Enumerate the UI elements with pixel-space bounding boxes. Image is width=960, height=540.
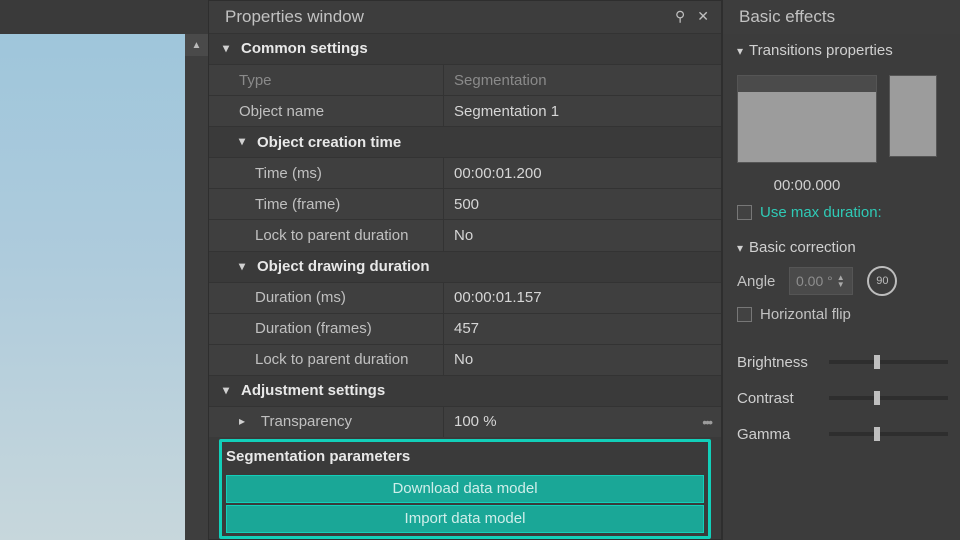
chevron-right-icon bbox=[239, 414, 253, 428]
group-label: Adjustment settings bbox=[241, 382, 385, 399]
properties-title-bar: Properties window ⚲ ✕ bbox=[209, 1, 721, 33]
rotate-90-icon[interactable]: 90 bbox=[867, 266, 897, 296]
prop-label: Lock to parent duration bbox=[209, 227, 443, 244]
horizontal-flip-label: Horizontal flip bbox=[760, 306, 851, 323]
group-label: Basic correction bbox=[749, 239, 856, 256]
row-lock-drawing[interactable]: Lock to parent duration No bbox=[209, 344, 721, 375]
prop-label: Time (ms) bbox=[209, 165, 443, 182]
chevron-down-icon bbox=[239, 259, 253, 273]
chevron-down-icon bbox=[239, 134, 253, 148]
row-time-ms[interactable]: Time (ms) 00:00:01.200 bbox=[209, 157, 721, 188]
group-label: Segmentation parameters bbox=[226, 448, 410, 465]
chevron-down-icon: ▾ bbox=[737, 44, 743, 58]
angle-row: Angle 0.00 ° ▲▼ 90 bbox=[737, 266, 948, 296]
import-data-model-button[interactable]: Import data model bbox=[226, 505, 704, 533]
group-label: Object creation time bbox=[257, 134, 401, 151]
group-adjustment-settings[interactable]: Adjustment settings bbox=[209, 375, 721, 406]
group-segmentation-parameters[interactable]: Segmentation parameters bbox=[222, 442, 708, 472]
prop-value[interactable]: No bbox=[443, 345, 721, 375]
prop-label: Transparency bbox=[209, 413, 443, 430]
scroll-up-button[interactable]: ▲ bbox=[185, 34, 208, 56]
effects-title: Basic effects bbox=[739, 7, 835, 27]
prop-value[interactable]: 00:00:01.200 bbox=[443, 158, 721, 188]
prop-value[interactable]: No bbox=[443, 220, 721, 250]
prop-value[interactable]: 00:00:01.157 bbox=[443, 283, 721, 313]
prop-value[interactable]: 500 bbox=[443, 189, 721, 219]
properties-title: Properties window bbox=[225, 7, 364, 27]
slider-label: Brightness bbox=[737, 354, 819, 371]
group-label: Common settings bbox=[241, 40, 368, 57]
chevron-down-icon: ▾ bbox=[737, 241, 743, 255]
group-common-settings[interactable]: Common settings bbox=[209, 33, 721, 64]
download-data-model-button[interactable]: Download data model bbox=[226, 475, 704, 503]
prop-value[interactable]: Segmentation 1 bbox=[443, 96, 721, 126]
preview-pane: ▲ bbox=[0, 0, 208, 540]
chevron-down-icon bbox=[223, 41, 237, 55]
use-max-duration-checkbox[interactable] bbox=[737, 205, 752, 220]
brightness-slider[interactable] bbox=[829, 360, 948, 364]
close-icon[interactable]: ✕ bbox=[697, 8, 709, 25]
prop-label: Duration (frames) bbox=[209, 320, 443, 337]
slider-label: Gamma bbox=[737, 426, 819, 443]
prop-label: Time (frame) bbox=[209, 196, 443, 213]
group-transitions-properties[interactable]: ▾ Transitions properties bbox=[737, 42, 948, 59]
prop-value[interactable]: 457 bbox=[443, 314, 721, 344]
prop-value[interactable]: 100 % ••• bbox=[443, 407, 721, 437]
use-max-duration-label: Use max duration: bbox=[760, 204, 882, 221]
prop-label: Type bbox=[209, 72, 443, 89]
horizontal-flip-row[interactable]: Horizontal flip bbox=[737, 306, 948, 323]
prop-label: Duration (ms) bbox=[209, 289, 443, 306]
angle-stepper[interactable]: ▲▼ bbox=[837, 275, 847, 288]
preview-scrollbar[interactable]: ▲ bbox=[185, 34, 208, 540]
row-object-name[interactable]: Object name Segmentation 1 bbox=[209, 95, 721, 126]
gamma-row: Gamma bbox=[737, 421, 948, 447]
pin-icon[interactable]: ⚲ bbox=[675, 8, 685, 25]
prop-label: Object name bbox=[209, 103, 443, 120]
group-basic-correction[interactable]: ▾ Basic correction bbox=[737, 239, 948, 256]
row-lock-creation[interactable]: Lock to parent duration No bbox=[209, 219, 721, 250]
transition-thumbnails bbox=[737, 75, 948, 163]
transition-thumb-end[interactable] bbox=[889, 75, 937, 157]
group-object-creation-time[interactable]: Object creation time bbox=[209, 126, 721, 157]
contrast-row: Contrast bbox=[737, 385, 948, 411]
angle-value: 0.00 ° bbox=[796, 273, 833, 289]
group-object-drawing-duration[interactable]: Object drawing duration bbox=[209, 251, 721, 282]
scroll-track[interactable] bbox=[185, 56, 208, 540]
angle-input[interactable]: 0.00 ° ▲▼ bbox=[789, 267, 853, 295]
brightness-row: Brightness bbox=[737, 349, 948, 375]
preview-thumbnail[interactable] bbox=[0, 34, 185, 540]
row-transparency[interactable]: Transparency 100 % ••• bbox=[209, 406, 721, 437]
contrast-slider[interactable] bbox=[829, 396, 948, 400]
use-max-duration-row[interactable]: Use max duration: bbox=[737, 204, 948, 221]
basic-effects-panel: Basic effects ▾ Transitions properties 0… bbox=[722, 0, 960, 540]
transition-time: 00:00.000 bbox=[737, 177, 877, 194]
row-duration-ms[interactable]: Duration (ms) 00:00:01.157 bbox=[209, 282, 721, 313]
button-label: Import data model bbox=[405, 510, 526, 527]
group-label: Object drawing duration bbox=[257, 258, 430, 275]
chevron-down-icon bbox=[223, 383, 237, 397]
transition-thumb-start[interactable] bbox=[737, 75, 877, 163]
properties-panel: Properties window ⚲ ✕ Common settings Ty… bbox=[208, 0, 722, 540]
angle-label: Angle bbox=[737, 273, 775, 290]
prop-value: Segmentation bbox=[443, 65, 721, 95]
more-icon[interactable]: ••• bbox=[692, 414, 721, 430]
gamma-slider[interactable] bbox=[829, 432, 948, 436]
button-label: Download data model bbox=[392, 480, 537, 497]
effects-title-bar: Basic effects bbox=[723, 0, 960, 34]
segmentation-parameters-highlight: Segmentation parameters Download data mo… bbox=[219, 439, 711, 539]
prop-label: Lock to parent duration bbox=[209, 351, 443, 368]
row-type[interactable]: Type Segmentation bbox=[209, 64, 721, 95]
group-label: Transitions properties bbox=[749, 42, 893, 59]
slider-label: Contrast bbox=[737, 390, 819, 407]
row-duration-frames[interactable]: Duration (frames) 457 bbox=[209, 313, 721, 344]
horizontal-flip-checkbox[interactable] bbox=[737, 307, 752, 322]
row-time-frame[interactable]: Time (frame) 500 bbox=[209, 188, 721, 219]
